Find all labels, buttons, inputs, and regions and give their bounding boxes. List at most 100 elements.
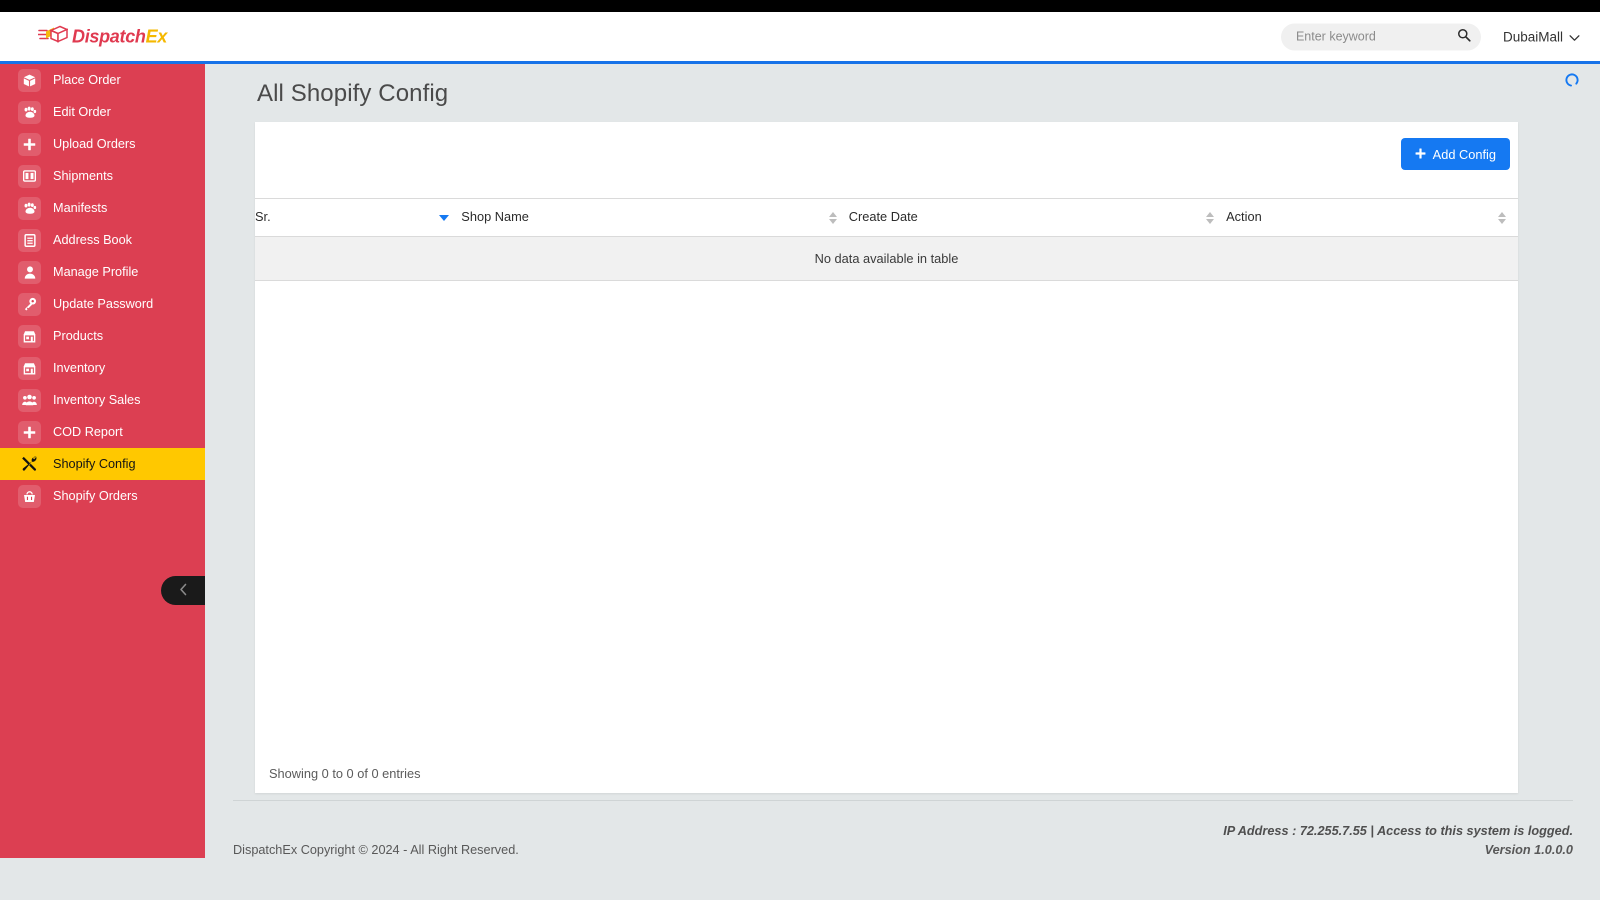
column-header-action[interactable]: Action: [1226, 198, 1518, 237]
shopify-config-table: Sr. Shop Name Create Date Action No data…: [255, 198, 1518, 281]
sidebar-item-label: COD Report: [53, 425, 123, 439]
table-head: Sr. Shop Name Create Date Action: [255, 198, 1518, 237]
user-icon: [18, 260, 41, 284]
page-loading-progress-bar: [0, 61, 1600, 64]
sidebar-item-label: Shopify Orders: [53, 489, 138, 503]
top-black-bar: [0, 0, 1600, 12]
column-header-label: Action: [1226, 209, 1262, 224]
sort-indicator-create-date[interactable]: [1206, 211, 1215, 224]
sidebar-item-label: Address Book: [53, 233, 132, 247]
sidebar-item-label: Shopify Config: [53, 457, 136, 471]
sidebar-item-shipments[interactable]: Shipments: [0, 160, 205, 192]
logo-text: DispatchEx: [72, 28, 167, 46]
search-icon: [1457, 28, 1471, 45]
search-box[interactable]: [1280, 23, 1481, 50]
sidebar-item-shopify-config[interactable]: Shopify Config: [0, 448, 205, 480]
table-header-row: Sr. Shop Name Create Date Action: [255, 198, 1518, 237]
sidebar-item-edit-order[interactable]: Edit Order: [0, 96, 205, 128]
store-icon: [18, 324, 41, 348]
column-header-label: Sr.: [255, 209, 271, 224]
sidebar-item-label: Shipments: [53, 169, 113, 183]
column-header-label: Create Date: [848, 209, 918, 224]
sidebar-item-upload-orders[interactable]: Upload Orders: [0, 128, 205, 160]
table-empty-row: No data available in table: [255, 236, 1518, 281]
columns-icon: [18, 164, 41, 188]
sort-indicator-shop-name[interactable]: [828, 211, 837, 224]
sidebar-item-manage-profile[interactable]: Manage Profile: [0, 256, 205, 288]
sidebar-nav: Place Order Edit Order Upload Orders Shi…: [0, 64, 205, 858]
search-button[interactable]: [1457, 28, 1471, 45]
column-header-create-date[interactable]: Create Date: [848, 198, 1227, 237]
users-icon: [18, 388, 41, 412]
sidebar-item-update-password[interactable]: Update Password: [0, 288, 205, 320]
column-header-label: Shop Name: [461, 209, 529, 224]
add-config-button-label: Add Config: [1432, 146, 1496, 162]
sidebar-item-label: Manage Profile: [53, 265, 139, 279]
loading-spinner-icon: [1564, 72, 1580, 88]
tools-icon: [18, 453, 41, 476]
sidebar-item-label: Manifests: [53, 201, 108, 215]
footer-version: Version 1.0.0.0: [1484, 843, 1573, 857]
footer-divider: [233, 800, 1573, 801]
table-empty-message: No data available in table: [255, 236, 1518, 281]
sidebar-collapse-button[interactable]: [161, 576, 205, 605]
sidebar-item-label: Inventory: [53, 361, 106, 375]
card-toolbar: Add Config: [255, 122, 1518, 198]
app-header: DispatchEx DubaiMall: [0, 12, 1600, 61]
chevron-down-icon: [1569, 29, 1580, 44]
header-right-group: DubaiMall: [1280, 23, 1580, 50]
paw-icon: [18, 196, 41, 220]
sidebar-item-label: Upload Orders: [53, 137, 136, 151]
sort-desc-arrow-icon: [1498, 218, 1506, 224]
table-entries-info: Showing 0 to 0 of 0 entries: [269, 766, 421, 781]
sort-desc-arrow-icon: [439, 214, 450, 221]
key-icon: [18, 292, 41, 316]
sidebar-item-cod-report[interactable]: COD Report: [0, 416, 205, 448]
box-icon: [18, 68, 41, 92]
user-menu-label: DubaiMall: [1502, 29, 1563, 44]
plus-icon: [18, 420, 41, 444]
sort-asc-arrow-icon: [1498, 211, 1506, 217]
add-config-button[interactable]: Add Config: [1400, 138, 1510, 170]
shopify-config-card: Add Config Sr. Shop Name Create Date Act…: [255, 122, 1518, 793]
plus-icon: [1415, 147, 1426, 161]
page-title: All Shopify Config: [257, 80, 449, 107]
sidebar-item-label: Inventory Sales: [53, 393, 141, 407]
paw-icon: [18, 100, 41, 124]
package-box-icon: [37, 24, 69, 49]
chevron-left-icon: [179, 583, 188, 599]
sidebar-item-label: Place Order: [53, 73, 121, 87]
sidebar-item-inventory-sales[interactable]: Inventory Sales: [0, 384, 205, 416]
basket-icon: [18, 484, 41, 508]
logo-text-primary: Dispatch: [72, 26, 146, 47]
app-root: DispatchEx DubaiMall: [0, 0, 1600, 900]
sidebar-item-manifests[interactable]: Manifests: [0, 192, 205, 224]
sidebar-item-shopify-orders[interactable]: Shopify Orders: [0, 480, 205, 512]
logo-text-accent: Ex: [145, 26, 168, 47]
sort-asc-arrow-icon: [1206, 211, 1215, 217]
sort-desc-arrow-icon: [828, 218, 837, 224]
sidebar-item-address-book[interactable]: Address Book: [0, 224, 205, 256]
sidebar-item-label: Products: [53, 329, 104, 343]
sidebar-item-inventory[interactable]: Inventory: [0, 352, 205, 384]
column-header-shop-name[interactable]: Shop Name: [461, 198, 849, 237]
table-body: No data available in table: [255, 236, 1518, 281]
sort-desc-arrow-icon: [1206, 218, 1215, 224]
column-header-sr[interactable]: Sr.: [255, 198, 462, 237]
store-icon: [18, 356, 41, 380]
book-icon: [18, 228, 41, 252]
search-input[interactable]: [1280, 24, 1431, 49]
app-logo[interactable]: DispatchEx: [37, 24, 167, 49]
sidebar-item-products[interactable]: Products: [0, 320, 205, 352]
sidebar-item-label: Edit Order: [53, 105, 111, 119]
sort-indicator-action[interactable]: [1498, 211, 1506, 224]
sidebar-item-label: Update Password: [53, 297, 154, 311]
user-menu[interactable]: DubaiMall: [1503, 29, 1580, 44]
main-content: All Shopify Config Add Config Sr. Shop N…: [205, 64, 1600, 900]
sort-indicator-sr[interactable]: [439, 214, 450, 221]
sidebar-item-place-order[interactable]: Place Order: [0, 64, 205, 96]
sort-asc-arrow-icon: [828, 211, 837, 217]
footer-copyright: DispatchEx Copyright © 2024 - All Right …: [233, 843, 519, 857]
footer-ip-notice: IP Address : 72.255.7.55 | Access to thi…: [1223, 824, 1573, 838]
plus-icon: [18, 132, 41, 156]
